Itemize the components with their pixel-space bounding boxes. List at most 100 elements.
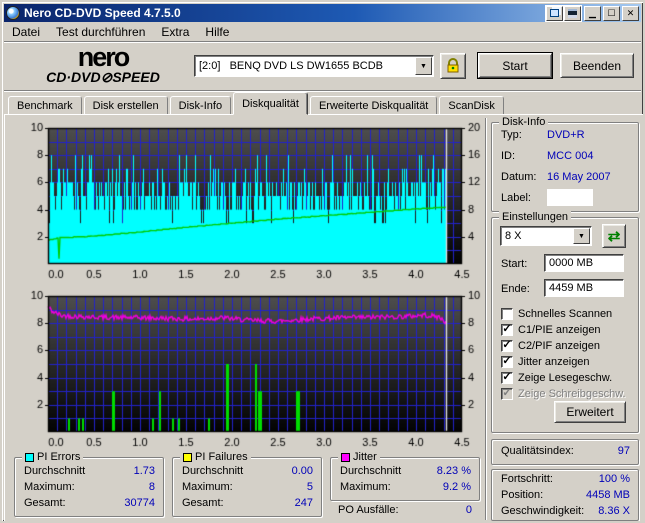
quit-button[interactable]: Beenden: [560, 53, 634, 78]
cdspeed-logo-text: CD·DVD⊘SPEED: [18, 69, 188, 86]
menu-extra[interactable]: Extra: [153, 23, 197, 41]
refresh-icon: ⇄: [608, 229, 621, 244]
progress-box: Fortschritt:100 % Position:4458 MB Gesch…: [491, 469, 639, 521]
checkbox-label: Zeige Lesegeschw.: [518, 372, 612, 384]
checkbox-zeige-schreibgeschw-: ✓ Zeige Schreibgeschw.: [501, 386, 626, 401]
pi-errors-chart: [10, 115, 487, 283]
pi-errors-legend-swatch: [25, 453, 34, 462]
pi-errors-box-title: PI Errors: [22, 451, 83, 463]
checkbox-c2-pif-anzeigen[interactable]: ✓C2/PIF anzeigen: [501, 338, 600, 353]
start-field[interactable]: 0000 MB: [544, 254, 624, 272]
tab-benchmark[interactable]: Benchmark: [8, 96, 82, 115]
jitter-avg-label: Durchschnitt: [340, 465, 401, 477]
tab-scandisk[interactable]: ScanDisk: [439, 96, 503, 115]
jitter-max-value: 9.2 %: [443, 481, 471, 493]
disk-info-title: Disk-Info: [499, 116, 548, 128]
progress-label: Fortschritt:: [501, 473, 553, 485]
settings-title: Einstellungen: [499, 211, 571, 223]
save-button[interactable]: [564, 6, 581, 21]
checkbox-box[interactable]: ✓: [501, 356, 513, 368]
pi-failures-box-title: PI Failures: [180, 451, 251, 463]
drive-lock-icon: [445, 58, 461, 74]
po-failures-value: 0: [466, 504, 472, 516]
ende-field-value: 4459 MB: [549, 282, 593, 294]
speed-select-value: 8 X: [501, 230, 572, 242]
jitter-pif-chart: [10, 283, 487, 451]
drive-select-value: [2:0] BENQ DVD LS DW1655 BCDB: [195, 60, 414, 72]
jitter-max-label: Maximum:: [340, 481, 391, 493]
pie-max-value: 8: [149, 481, 155, 493]
app-window: Nero CD-DVD Speed 4.7.5.0 ▁ ☐ ✕ Datei Te…: [0, 0, 645, 523]
start-field-label: Start:: [501, 258, 527, 270]
checkbox-box: ✓: [501, 388, 513, 400]
disk-id-value: MCC 004: [547, 150, 593, 162]
pif-total-label: Gesamt:: [182, 497, 224, 509]
ende-field[interactable]: 4459 MB: [544, 279, 624, 297]
drive-select[interactable]: [2:0] BENQ DVD LS DW1655 BCDB ▼: [194, 55, 434, 77]
speed-value: 8.36 X: [598, 505, 630, 517]
close-button[interactable]: ✕: [622, 6, 639, 21]
menu-test-durchfuehren[interactable]: Test durchführen: [48, 23, 153, 41]
checkbox-label: Schnelles Scannen: [518, 308, 612, 320]
quality-index-label: Qualitätsindex:: [501, 445, 574, 457]
disk-typ-value: DVD+R: [547, 129, 585, 141]
checkbox-box[interactable]: ✓: [501, 372, 513, 384]
refresh-button[interactable]: ⇄: [602, 224, 626, 248]
tab-bar: Benchmark Disk erstellen Disk-Info Diskq…: [8, 92, 638, 115]
checkbox-label: Zeige Schreibgeschw.: [518, 388, 626, 400]
tab-diskqualitaet[interactable]: Diskqualität: [233, 92, 308, 115]
jitter-avg-value: 8.23 %: [437, 465, 471, 477]
nero-logo-text: nero: [18, 46, 188, 69]
drive-eject-button[interactable]: [440, 53, 466, 79]
menu-bar: Datei Test durchführen Extra Hilfe: [4, 22, 641, 42]
speed-select[interactable]: 8 X ▼: [500, 226, 592, 246]
pie-total-label: Gesamt:: [24, 497, 66, 509]
settings-box: Einstellungen 8 X ▼ ⇄ Start: 0000 MB End…: [491, 217, 639, 433]
menu-hilfe[interactable]: Hilfe: [197, 23, 237, 41]
pif-avg-label: Durchschnitt: [182, 465, 243, 477]
jitter-box-title: Jitter: [338, 451, 380, 463]
window-title: Nero CD-DVD Speed 4.7.5.0: [24, 6, 181, 20]
start-button[interactable]: Start: [478, 53, 552, 78]
progress-value: 100 %: [599, 473, 630, 485]
checkbox-c1-pie-anzeigen[interactable]: ✓C1/PIE anzeigen: [501, 322, 601, 337]
disk-label-label: Label:: [501, 192, 531, 204]
disk-typ-label: Typ:: [501, 129, 522, 141]
start-field-value: 0000 MB: [549, 257, 593, 269]
advanced-button[interactable]: Erweitert: [554, 401, 626, 423]
tab-disk-erstellen[interactable]: Disk erstellen: [84, 96, 168, 115]
pif-max-label: Maximum:: [182, 481, 233, 493]
ende-field-label: Ende:: [501, 283, 530, 295]
floppy-icon: [568, 9, 577, 18]
menu-datei[interactable]: Datei: [4, 23, 48, 41]
quit-button-label: Beenden: [573, 59, 621, 73]
tab-erweiterte-diskqualitaet[interactable]: Erweiterte Diskqualität: [310, 96, 437, 115]
disk-datum-value: 16 May 2007: [547, 171, 611, 183]
pie-avg-value: 1.73: [134, 465, 155, 477]
disk-label-value: [547, 189, 593, 206]
maximize-button[interactable]: ☐: [603, 6, 620, 21]
pif-total-value: 247: [295, 497, 313, 509]
po-failures-row: PO Ausfälle: 0: [338, 504, 472, 516]
position-label: Position:: [501, 489, 543, 501]
title-bar[interactable]: Nero CD-DVD Speed 4.7.5.0 ▁ ☐ ✕: [4, 4, 641, 22]
start-button-label: Start: [502, 59, 527, 73]
checkbox-jitter-anzeigen[interactable]: ✓ Jitter anzeigen: [501, 354, 590, 369]
chevron-down-icon[interactable]: ▼: [415, 57, 432, 75]
checkbox-zeige-lesegeschw-[interactable]: ✓ Zeige Lesegeschw.: [501, 370, 612, 385]
quality-index-box: Qualitätsindex: 97: [491, 439, 639, 465]
disk-info-box: Disk-Info Typ: DVD+R ID: MCC 004 Datum: …: [491, 122, 639, 212]
tab-disk-info[interactable]: Disk-Info: [170, 96, 231, 115]
chevron-down-icon[interactable]: ▼: [573, 228, 590, 244]
speed-label: Geschwindigkeit:: [501, 505, 584, 517]
jitter-legend-swatch: [341, 453, 350, 462]
checkbox-box[interactable]: ✓: [501, 324, 513, 336]
nero-logo: nero CD·DVD⊘SPEED: [18, 46, 188, 86]
checkbox-box[interactable]: ✓: [501, 340, 513, 352]
checkbox-schnelles-scannen[interactable]: Schnelles Scannen: [501, 306, 612, 321]
minimize-button[interactable]: ▁: [584, 6, 601, 21]
pie-total-value: 30774: [124, 497, 155, 509]
checkbox-label: Jitter anzeigen: [518, 356, 590, 368]
checkbox-box[interactable]: [501, 308, 513, 320]
capture-button[interactable]: [546, 6, 563, 21]
